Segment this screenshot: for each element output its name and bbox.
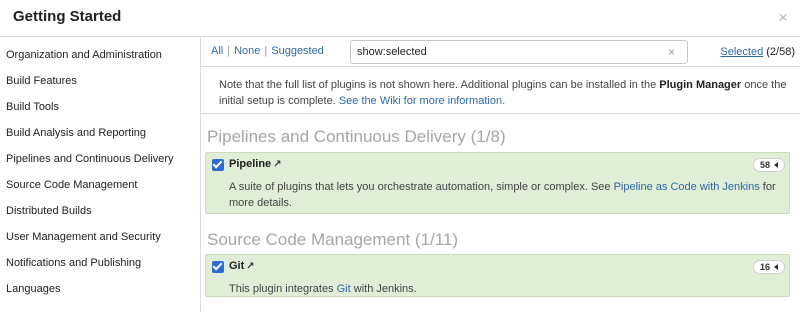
section-title-pipelines: Pipelines and Continuous Delivery (1/8) [207, 127, 506, 146]
section-title-scm: Source Code Management (1/11) [207, 230, 459, 249]
dialog-header: Getting Started × [0, 0, 800, 37]
sidebar-item-build-analysis-and-reporting[interactable]: Build Analysis and Reporting [6, 127, 146, 139]
sidebar-item-user-management-and-security[interactable]: User Management and Security [6, 231, 161, 243]
external-link-icon: ↗ [246, 261, 255, 272]
dependency-count-badge[interactable]: 58 [752, 158, 785, 172]
plugin-card-pipeline: Pipeline ↗ 58 A suite of plugins that let… [205, 152, 790, 214]
selected-count-value: (2/58) [766, 46, 795, 58]
plugin-search-input[interactable] [350, 40, 688, 64]
plugin-name-git[interactable]: Git ↗ [229, 260, 255, 272]
selected-count: Selected (2/58) [720, 46, 795, 58]
filter-none-link[interactable]: None [234, 45, 260, 57]
sidebar-item-distributed-builds[interactable]: Distributed Builds [6, 205, 92, 217]
dependency-count: 58 [759, 160, 770, 170]
plugin-description-pipeline: A suite of plugins that lets you orchest… [229, 179, 784, 211]
clear-search-icon[interactable]: × [668, 45, 675, 59]
desc-text-after: with Jenkins. [350, 283, 417, 295]
caret-left-icon [774, 161, 778, 168]
desc-text-before: A suite of plugins that lets you orchest… [229, 181, 614, 193]
git-link[interactable]: Git [337, 283, 351, 295]
dependency-count: 16 [759, 262, 770, 272]
category-sidebar: Organization and Administration Build Fe… [0, 37, 201, 312]
external-link-icon: ↗ [273, 159, 282, 170]
dialog-title: Getting Started [13, 8, 122, 25]
plugin-card-git: Git ↗ 16 This plugin integrates Git with … [205, 254, 790, 297]
sidebar-item-notifications-and-publishing[interactable]: Notifications and Publishing [6, 257, 141, 269]
plugin-name-pipeline[interactable]: Pipeline ↗ [229, 158, 282, 170]
close-icon[interactable]: × [778, 8, 788, 28]
plugin-list-panel: All|None|Suggested × Selected (2/58) Not… [201, 37, 800, 312]
filter-separator: | [264, 45, 268, 57]
info-note: Note that the full list of plugins is no… [201, 66, 800, 114]
sidebar-item-pipelines-and-continuous-delivery[interactable]: Pipelines and Continuous Delivery [6, 153, 174, 165]
plugin-name-label: Git [229, 260, 245, 272]
sidebar-item-source-code-management[interactable]: Source Code Management [6, 179, 137, 191]
plugin-name-label: Pipeline [229, 158, 272, 170]
plugin-description-git: This plugin integrates Git with Jenkins. [229, 281, 784, 297]
filter-links: All | None | Suggested [211, 45, 324, 57]
wiki-link[interactable]: See the Wiki for more information. [339, 95, 505, 107]
plugin-toolbar: All|None|Suggested × Selected (2/58) [201, 37, 800, 66]
caret-left-icon [774, 263, 778, 270]
filter-suggested-link[interactable]: Suggested [271, 45, 324, 57]
pipeline-as-code-link[interactable]: Pipeline as Code with Jenkins [614, 181, 760, 193]
plugin-checkbox-pipeline[interactable] [212, 159, 224, 171]
sidebar-item-build-features[interactable]: Build Features [6, 75, 77, 87]
sidebar-item-build-tools[interactable]: Build Tools [6, 101, 59, 113]
desc-text-before: This plugin integrates [229, 283, 337, 295]
sidebar-item-organization-and-administration[interactable]: Organization and Administration [6, 49, 162, 61]
plugin-checkbox-git[interactable] [212, 261, 224, 273]
dependency-count-badge[interactable]: 16 [752, 260, 785, 274]
note-plugin-manager: Plugin Manager [659, 79, 742, 91]
note-text-before: Note that the full list of plugins is no… [219, 79, 660, 91]
selected-link[interactable]: Selected [720, 46, 763, 58]
filter-separator: | [227, 45, 231, 57]
filter-all-link[interactable]: All [211, 45, 223, 57]
sidebar-item-languages[interactable]: Languages [6, 283, 60, 295]
